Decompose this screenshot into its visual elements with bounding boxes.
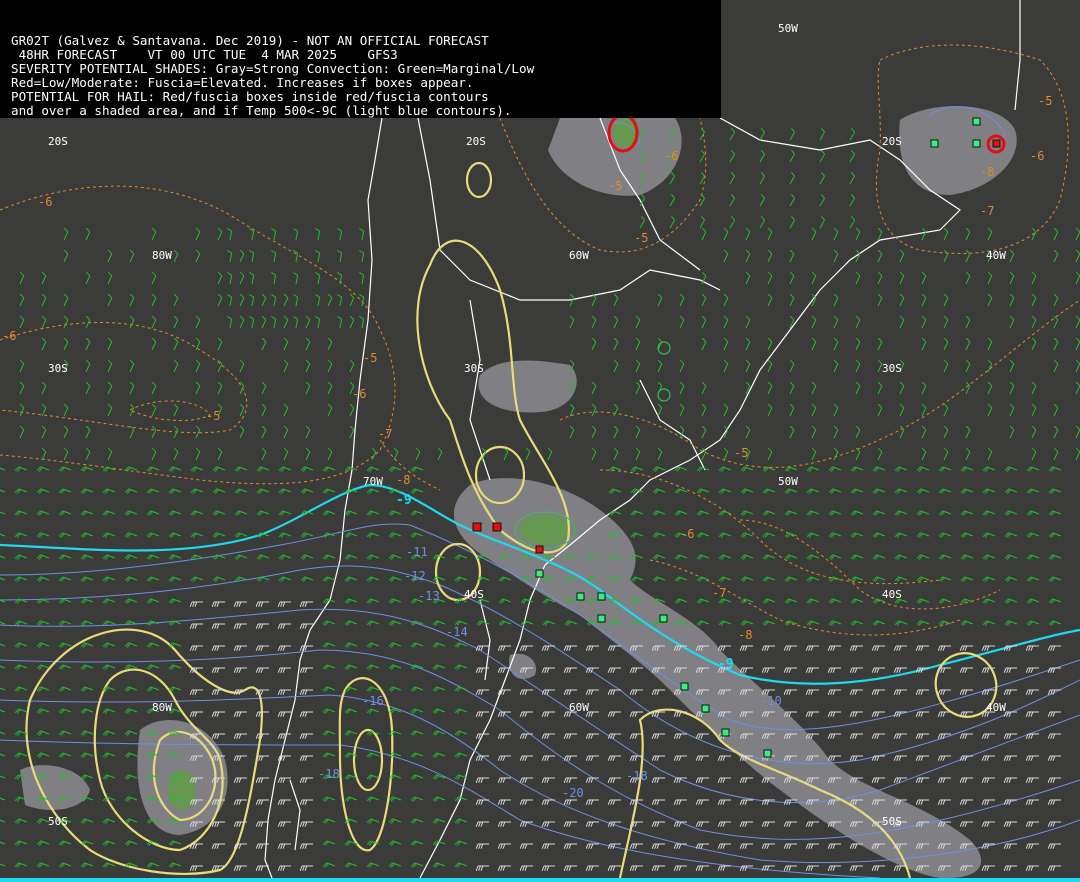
header-line-1: GR02T (Galvez & Santavana. Dec 2019) - N… [11,33,489,48]
svg-text:-7: -7 [712,586,726,600]
svg-text:-5: -5 [206,409,220,423]
header-line-6: and over a shaded area, and if Temp 500<… [11,103,512,118]
green-box [680,682,689,691]
header-line-5: POTENTIAL FOR HAIL: Red/fuscia boxes ins… [11,89,489,104]
svg-text:-9: -9 [718,657,734,672]
svg-text:-16: -16 [362,694,384,708]
svg-text:-10: -10 [760,694,782,708]
svg-text:30S: 30S [48,362,68,375]
forecast-header: GR02T (Galvez & Santavana. Dec 2019) - N… [0,0,721,118]
green-box [535,569,544,578]
svg-text:-18: -18 [318,767,340,781]
svg-text:-11: -11 [406,545,428,559]
svg-text:-6: -6 [680,527,694,541]
svg-text:-8: -8 [738,628,752,642]
red-box [535,545,544,554]
green-box [701,704,710,713]
svg-text:50W: 50W [778,22,798,35]
header-line-2: 48HR FORECAST VT 00 UTC TUE 4 MAR 2025 G… [11,47,398,62]
green-box [576,592,585,601]
svg-text:-6: -6 [664,149,678,163]
green-box [721,728,730,737]
svg-text:-14: -14 [446,625,468,639]
svg-text:20S: 20S [48,135,68,148]
svg-text:-18: -18 [626,769,648,783]
svg-text:50S: 50S [882,815,902,828]
svg-text:-6: -6 [2,329,16,343]
svg-text:60W: 60W [569,701,589,714]
red-box [472,522,482,532]
green-box [972,139,981,148]
svg-text:-5: -5 [608,179,622,193]
svg-text:40S: 40S [464,588,484,601]
svg-text:80W: 80W [152,249,172,262]
svg-text:40S: 40S [882,588,902,601]
header-line-3: SEVERITY POTENTIAL SHADES: Gray=Strong C… [11,61,535,76]
svg-text:-13: -13 [418,589,440,603]
header-line-4: Red=Low/Moderate: Fuscia=Elevated. Incre… [11,75,474,90]
svg-text:20S: 20S [882,135,902,148]
svg-text:-5: -5 [734,446,748,460]
green-box [659,614,668,623]
svg-text:-5: -5 [1038,94,1052,108]
svg-text:-7: -7 [980,204,994,218]
green-box [930,139,939,148]
svg-text:40W: 40W [986,701,1006,714]
svg-text:60W: 60W [569,249,589,262]
svg-text:-8: -8 [396,473,410,487]
svg-text:-5: -5 [363,351,377,365]
svg-text:-6: -6 [352,387,366,401]
green-box [597,592,606,601]
svg-text:50S: 50S [48,815,68,828]
red-box [992,139,1001,148]
svg-text:50W: 50W [778,475,798,488]
svg-text:-12: -12 [404,569,426,583]
svg-text:-20: -20 [562,786,584,800]
forecast-map: 20S 20S 20S 30S 30S 30S 40S 40S 50S 50S … [0,0,1080,882]
svg-text:-9: -9 [396,493,412,508]
svg-text:40W: 40W [986,249,1006,262]
green-box [597,614,606,623]
svg-text:-5: -5 [634,231,648,245]
svg-text:-6: -6 [1030,149,1044,163]
green-box [972,117,981,126]
svg-text:30S: 30S [882,362,902,375]
svg-text:20S: 20S [466,135,486,148]
green-box [763,749,772,758]
svg-text:30S: 30S [464,362,484,375]
red-box [492,522,502,532]
svg-text:-7: -7 [378,427,392,441]
bottom-border [0,878,1080,882]
svg-text:80W: 80W [152,701,172,714]
svg-text:70W: 70W [363,475,383,488]
svg-text:-8: -8 [980,165,994,179]
svg-text:-6: -6 [38,195,52,209]
